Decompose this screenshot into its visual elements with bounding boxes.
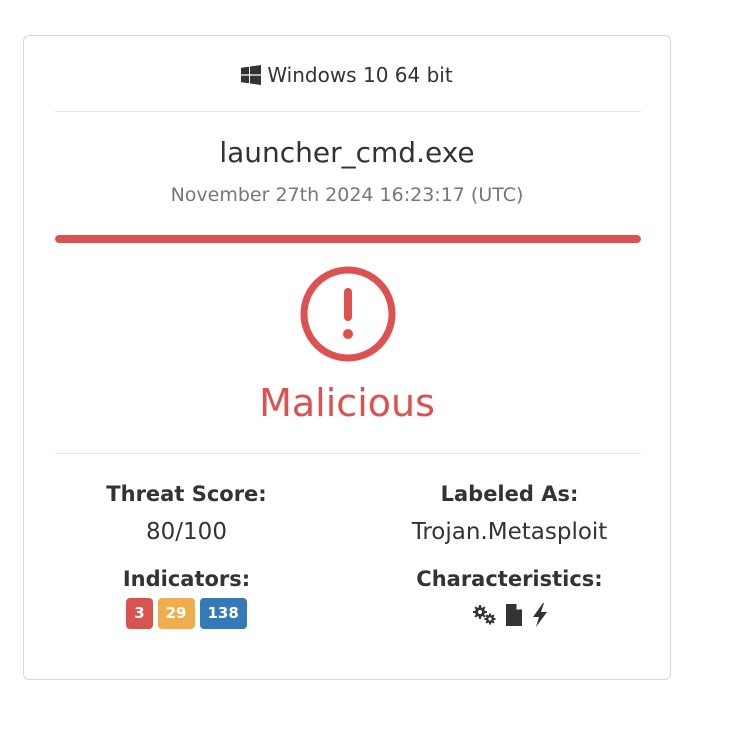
os-label: Windows 10 64 bit (267, 63, 453, 87)
analysis-timestamp: November 27th 2024 16:23:17 (UTC) (170, 184, 524, 206)
exclamation-circle-icon (300, 266, 396, 362)
suspicious-indicators-badge[interactable]: 29 (157, 598, 195, 629)
gears-icon[interactable] (471, 604, 497, 626)
score-column: Threat Score: 80/100 Indicators: 3 29 13… (55, 481, 318, 629)
file-icon[interactable] (505, 603, 523, 627)
threat-level-bar (55, 235, 641, 243)
windows-icon (241, 65, 262, 85)
indicators-label: Indicators: (122, 567, 251, 591)
labeled-as-value: Trojan.Metasploit (411, 519, 608, 545)
threat-score-value: 80/100 (146, 519, 227, 545)
malicious-indicators-badge[interactable]: 3 (126, 598, 153, 629)
label-column: Labeled As: Trojan.Metasploit Characteri… (378, 481, 641, 628)
divider (55, 453, 641, 454)
verdict-label: Malicious (259, 381, 435, 425)
analysis-summary-card: Windows 10 64 bit launcher_cmd.exe Novem… (23, 35, 671, 680)
indicator-badges: 3 29 138 (55, 598, 318, 629)
informative-indicators-badge[interactable]: 138 (199, 598, 247, 629)
threat-score-label: Threat Score: (106, 482, 267, 506)
file-name[interactable]: launcher_cmd.exe (24, 136, 670, 169)
characteristics-label: Characteristics: (416, 567, 603, 591)
divider (55, 111, 641, 112)
threat-level-bar-fill (55, 235, 641, 243)
characteristics-icons (378, 602, 641, 628)
os-info: Windows 10 64 bit (24, 62, 670, 88)
labeled-as-label: Labeled As: (440, 482, 579, 506)
bolt-icon[interactable] (531, 603, 549, 627)
